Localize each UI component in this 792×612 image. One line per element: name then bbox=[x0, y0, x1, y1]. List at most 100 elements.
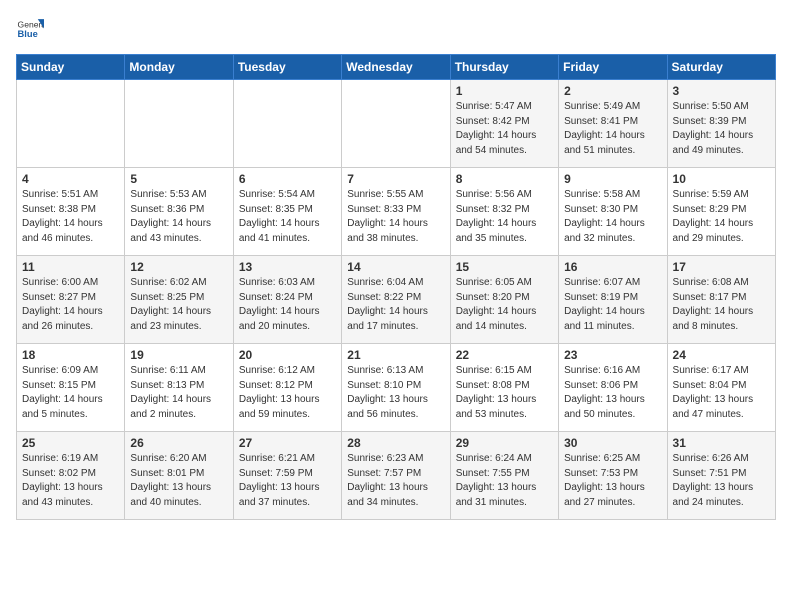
day-number: 6 bbox=[239, 172, 336, 186]
day-info: Sunrise: 6:02 AM Sunset: 8:25 PM Dayligh… bbox=[130, 276, 227, 334]
calendar-cell: 4 Sunrise: 5:51 AM Sunset: 8:38 PM Daylig… bbox=[17, 168, 125, 256]
day-info: Sunrise: 5:47 AM Sunset: 8:42 PM Dayligh… bbox=[456, 100, 553, 158]
calendar-cell: 1 Sunrise: 5:47 AM Sunset: 8:42 PM Daylig… bbox=[450, 80, 558, 168]
day-info: Sunrise: 6:19 AM Sunset: 8:02 PM Dayligh… bbox=[22, 452, 119, 510]
calendar-cell: 31Sunrise: 6:26 AM Sunset: 7:51 PM Dayli… bbox=[667, 432, 775, 520]
calendar-cell: 21 Sunrise: 6:13 AM Sunset: 8:10 PM Dayli… bbox=[342, 344, 450, 432]
calendar-cell bbox=[233, 80, 341, 168]
day-number: 4 bbox=[22, 172, 119, 186]
logo-icon: General Blue bbox=[16, 16, 44, 44]
day-number: 10 bbox=[673, 172, 770, 186]
calendar-cell bbox=[125, 80, 233, 168]
day-info: Sunrise: 6:20 AM Sunset: 8:01 PM Dayligh… bbox=[130, 452, 227, 510]
day-info: Sunrise: 5:59 AM Sunset: 8:29 PM Dayligh… bbox=[673, 188, 770, 246]
day-number: 13 bbox=[239, 260, 336, 274]
day-info: Sunrise: 6:07 AM Sunset: 8:19 PM Dayligh… bbox=[564, 276, 661, 334]
calendar-cell: 14 Sunrise: 6:04 AM Sunset: 8:22 PM Dayli… bbox=[342, 256, 450, 344]
calendar-cell: 20 Sunrise: 6:12 AM Sunset: 8:12 PM Dayli… bbox=[233, 344, 341, 432]
day-number: 14 bbox=[347, 260, 444, 274]
calendar-cell: 2 Sunrise: 5:49 AM Sunset: 8:41 PM Daylig… bbox=[559, 80, 667, 168]
weekday-header-monday: Monday bbox=[125, 55, 233, 80]
calendar-cell: 17 Sunrise: 6:08 AM Sunset: 8:17 PM Dayli… bbox=[667, 256, 775, 344]
calendar-cell: 13 Sunrise: 6:03 AM Sunset: 8:24 PM Dayli… bbox=[233, 256, 341, 344]
weekday-header-wednesday: Wednesday bbox=[342, 55, 450, 80]
day-info: Sunrise: 6:17 AM Sunset: 8:04 PM Dayligh… bbox=[673, 364, 770, 422]
day-info: Sunrise: 6:15 AM Sunset: 8:08 PM Dayligh… bbox=[456, 364, 553, 422]
day-number: 11 bbox=[22, 260, 119, 274]
day-info: Sunrise: 5:58 AM Sunset: 8:30 PM Dayligh… bbox=[564, 188, 661, 246]
day-number: 31 bbox=[673, 436, 770, 450]
calendar-cell: 26Sunrise: 6:20 AM Sunset: 8:01 PM Dayli… bbox=[125, 432, 233, 520]
calendar-cell: 24Sunrise: 6:17 AM Sunset: 8:04 PM Dayli… bbox=[667, 344, 775, 432]
day-number: 9 bbox=[564, 172, 661, 186]
day-info: Sunrise: 6:23 AM Sunset: 7:57 PM Dayligh… bbox=[347, 452, 444, 510]
calendar-cell: 8 Sunrise: 5:56 AM Sunset: 8:32 PM Daylig… bbox=[450, 168, 558, 256]
day-number: 25 bbox=[22, 436, 119, 450]
weekday-header-thursday: Thursday bbox=[450, 55, 558, 80]
calendar-cell: 16 Sunrise: 6:07 AM Sunset: 8:19 PM Dayli… bbox=[559, 256, 667, 344]
day-info: Sunrise: 5:54 AM Sunset: 8:35 PM Dayligh… bbox=[239, 188, 336, 246]
calendar-week-5: 25 Sunrise: 6:19 AM Sunset: 8:02 PM Dayli… bbox=[17, 432, 776, 520]
day-info: Sunrise: 6:03 AM Sunset: 8:24 PM Dayligh… bbox=[239, 276, 336, 334]
day-number: 15 bbox=[456, 260, 553, 274]
day-info: Sunrise: 5:55 AM Sunset: 8:33 PM Dayligh… bbox=[347, 188, 444, 246]
day-info: Sunrise: 6:08 AM Sunset: 8:17 PM Dayligh… bbox=[673, 276, 770, 334]
day-number: 17 bbox=[673, 260, 770, 274]
day-info: Sunrise: 6:05 AM Sunset: 8:20 PM Dayligh… bbox=[456, 276, 553, 334]
calendar-week-2: 4 Sunrise: 5:51 AM Sunset: 8:38 PM Daylig… bbox=[17, 168, 776, 256]
calendar-cell: 15 Sunrise: 6:05 AM Sunset: 8:20 PM Dayli… bbox=[450, 256, 558, 344]
calendar-week-1: 1 Sunrise: 5:47 AM Sunset: 8:42 PM Daylig… bbox=[17, 80, 776, 168]
weekday-header-saturday: Saturday bbox=[667, 55, 775, 80]
day-number: 3 bbox=[673, 84, 770, 98]
day-info: Sunrise: 5:50 AM Sunset: 8:39 PM Dayligh… bbox=[673, 100, 770, 158]
calendar-table: SundayMondayTuesdayWednesdayThursdayFrid… bbox=[16, 54, 776, 520]
day-number: 22 bbox=[456, 348, 553, 362]
day-number: 18 bbox=[22, 348, 119, 362]
day-info: Sunrise: 5:51 AM Sunset: 8:38 PM Dayligh… bbox=[22, 188, 119, 246]
day-info: Sunrise: 5:49 AM Sunset: 8:41 PM Dayligh… bbox=[564, 100, 661, 158]
calendar-cell: 29 Sunrise: 6:24 AM Sunset: 7:55 PM Dayli… bbox=[450, 432, 558, 520]
weekday-header-sunday: Sunday bbox=[17, 55, 125, 80]
calendar-cell: 19Sunrise: 6:11 AM Sunset: 8:13 PM Dayli… bbox=[125, 344, 233, 432]
calendar-cell: 28Sunrise: 6:23 AM Sunset: 7:57 PM Dayli… bbox=[342, 432, 450, 520]
weekday-header-row: SundayMondayTuesdayWednesdayThursdayFrid… bbox=[17, 55, 776, 80]
day-info: Sunrise: 6:04 AM Sunset: 8:22 PM Dayligh… bbox=[347, 276, 444, 334]
weekday-header-friday: Friday bbox=[559, 55, 667, 80]
day-info: Sunrise: 6:24 AM Sunset: 7:55 PM Dayligh… bbox=[456, 452, 553, 510]
day-info: Sunrise: 6:00 AM Sunset: 8:27 PM Dayligh… bbox=[22, 276, 119, 334]
day-info: Sunrise: 6:16 AM Sunset: 8:06 PM Dayligh… bbox=[564, 364, 661, 422]
calendar-cell: 6 Sunrise: 5:54 AM Sunset: 8:35 PM Daylig… bbox=[233, 168, 341, 256]
calendar-cell: 22 Sunrise: 6:15 AM Sunset: 8:08 PM Dayli… bbox=[450, 344, 558, 432]
day-number: 5 bbox=[130, 172, 227, 186]
calendar-cell: 10 Sunrise: 5:59 AM Sunset: 8:29 PM Dayli… bbox=[667, 168, 775, 256]
calendar-body: 1 Sunrise: 5:47 AM Sunset: 8:42 PM Daylig… bbox=[17, 80, 776, 520]
day-info: Sunrise: 6:21 AM Sunset: 7:59 PM Dayligh… bbox=[239, 452, 336, 510]
calendar-cell: 27 Sunrise: 6:21 AM Sunset: 7:59 PM Dayli… bbox=[233, 432, 341, 520]
calendar-cell: 11 Sunrise: 6:00 AM Sunset: 8:27 PM Dayli… bbox=[17, 256, 125, 344]
day-number: 29 bbox=[456, 436, 553, 450]
calendar-cell: 7Sunrise: 5:55 AM Sunset: 8:33 PM Daylig… bbox=[342, 168, 450, 256]
calendar-week-3: 11 Sunrise: 6:00 AM Sunset: 8:27 PM Dayli… bbox=[17, 256, 776, 344]
day-number: 20 bbox=[239, 348, 336, 362]
day-number: 8 bbox=[456, 172, 553, 186]
day-info: Sunrise: 5:56 AM Sunset: 8:32 PM Dayligh… bbox=[456, 188, 553, 246]
day-number: 12 bbox=[130, 260, 227, 274]
calendar-cell bbox=[342, 80, 450, 168]
day-number: 16 bbox=[564, 260, 661, 274]
day-number: 27 bbox=[239, 436, 336, 450]
calendar-cell: 30 Sunrise: 6:25 AM Sunset: 7:53 PM Dayli… bbox=[559, 432, 667, 520]
day-number: 21 bbox=[347, 348, 444, 362]
day-number: 2 bbox=[564, 84, 661, 98]
calendar-cell: 9 Sunrise: 5:58 AM Sunset: 8:30 PM Daylig… bbox=[559, 168, 667, 256]
calendar-cell: 5Sunrise: 5:53 AM Sunset: 8:36 PM Daylig… bbox=[125, 168, 233, 256]
calendar-cell: 12 Sunrise: 6:02 AM Sunset: 8:25 PM Dayli… bbox=[125, 256, 233, 344]
calendar-cell: 18Sunrise: 6:09 AM Sunset: 8:15 PM Dayli… bbox=[17, 344, 125, 432]
day-info: Sunrise: 6:13 AM Sunset: 8:10 PM Dayligh… bbox=[347, 364, 444, 422]
day-number: 30 bbox=[564, 436, 661, 450]
day-info: Sunrise: 6:12 AM Sunset: 8:12 PM Dayligh… bbox=[239, 364, 336, 422]
day-info: Sunrise: 6:25 AM Sunset: 7:53 PM Dayligh… bbox=[564, 452, 661, 510]
weekday-header-tuesday: Tuesday bbox=[233, 55, 341, 80]
day-number: 1 bbox=[456, 84, 553, 98]
page-header: General Blue bbox=[16, 16, 776, 44]
svg-text:Blue: Blue bbox=[18, 29, 38, 39]
